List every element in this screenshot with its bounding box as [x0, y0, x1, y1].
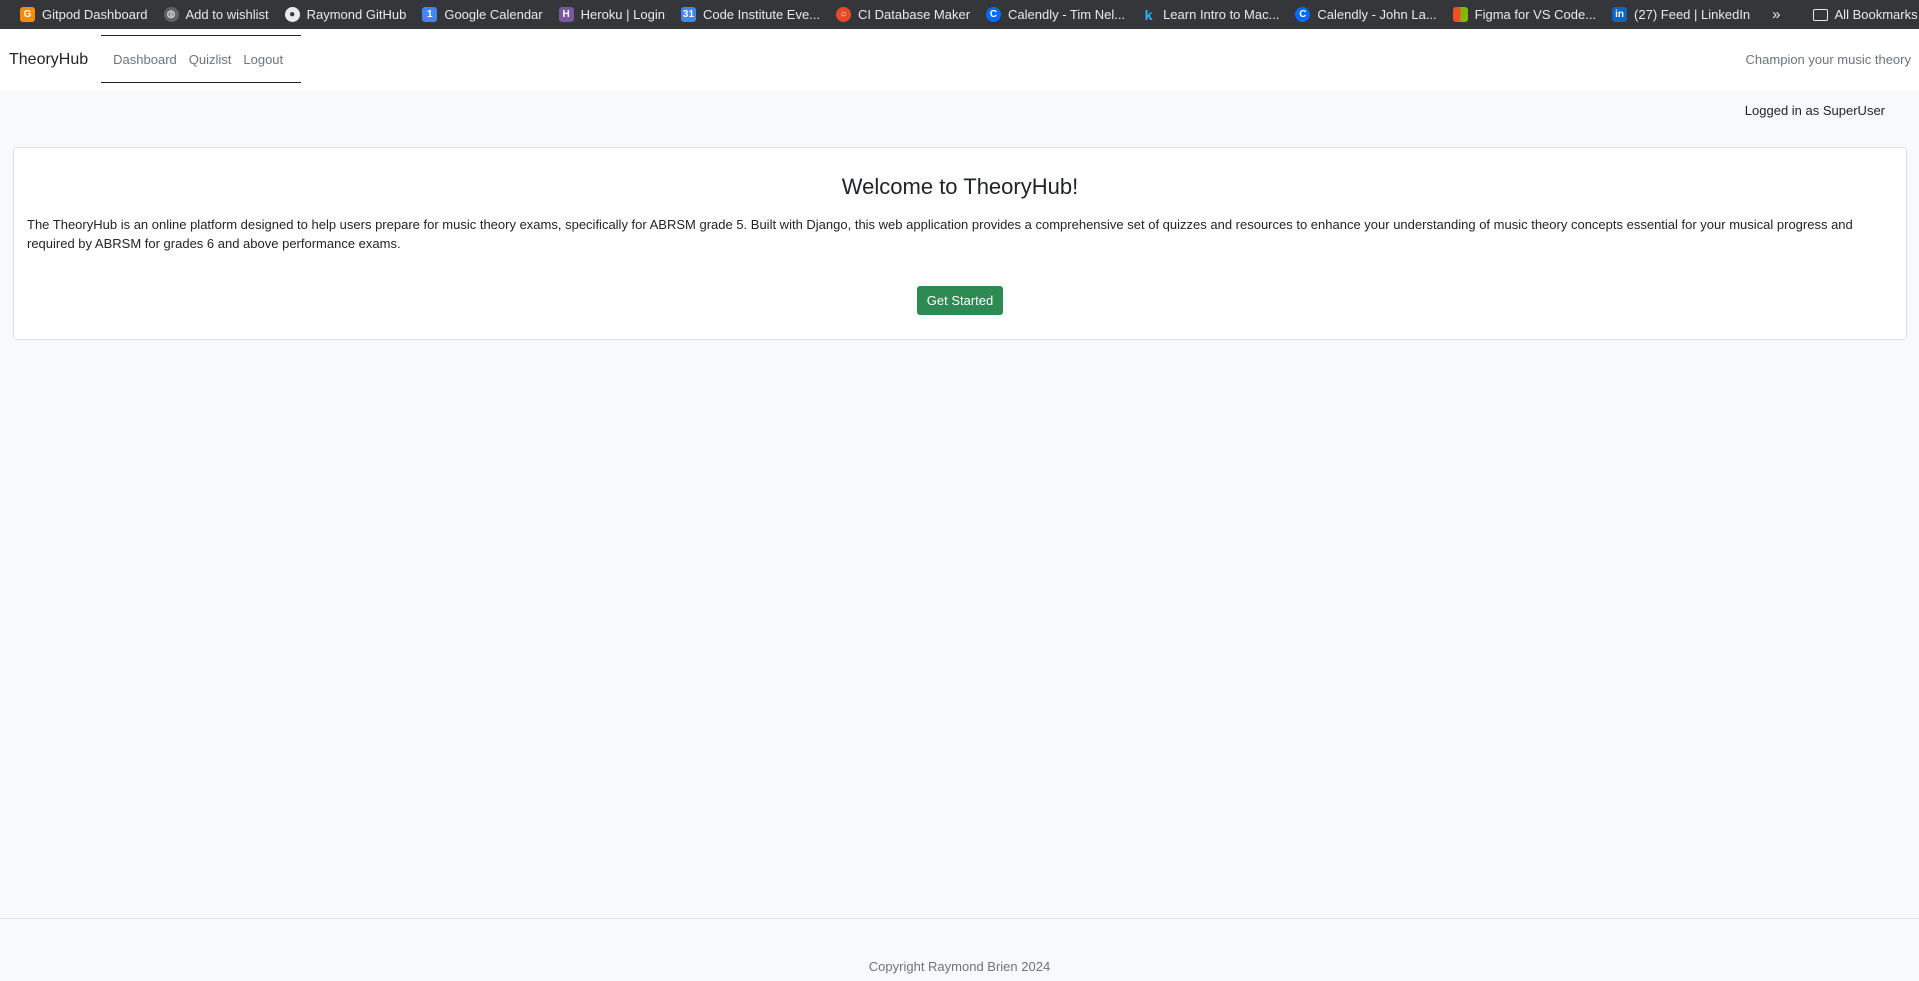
tagline: Champion your music theory — [1745, 52, 1911, 67]
bookmarks-bar: G Gitpod Dashboard ◍ Add to wishlist ● R… — [0, 0, 1919, 29]
bookmark-linkedin[interactable]: in (27) Feed | LinkedIn — [1604, 0, 1758, 29]
navbar: TheoryHub Dashboard Quizlist Logout Cham… — [0, 29, 1919, 90]
gitpod-icon: G — [20, 7, 35, 22]
bookmark-label: Raymond GitHub — [306, 7, 407, 22]
welcome-title: Welcome to TheoryHub! — [841, 174, 1079, 199]
button-wrapper: Get Started — [27, 286, 1893, 315]
bookmark-calendly-john[interactable]: C Calendly - John La... — [1287, 0, 1444, 29]
bookmark-label: Calendly - John La... — [1317, 7, 1437, 22]
all-bookmarks-label: All Bookmarks — [1834, 7, 1918, 22]
bookmark-kaggle[interactable]: k Learn Intro to Mac... — [1133, 0, 1287, 29]
globe-icon: ◍ — [163, 7, 179, 22]
bookmark-github[interactable]: ● Raymond GitHub — [277, 0, 415, 29]
bookmark-gitpod[interactable]: G Gitpod Dashboard — [12, 0, 156, 29]
logged-in-status: Logged in as SuperUser — [1744, 103, 1885, 118]
linkedin-icon: in — [1612, 7, 1628, 22]
calendar-icon: 31 — [680, 7, 696, 22]
bookmark-figma[interactable]: Figma for VS Code... — [1445, 0, 1604, 29]
microsoft-icon — [1452, 7, 1468, 22]
all-bookmarks-button[interactable]: All Bookmarks — [1805, 0, 1919, 29]
welcome-description: The TheoryHub is an online platform desi… — [27, 217, 1853, 251]
folder-icon — [1812, 8, 1828, 21]
get-started-button[interactable]: Get Started — [916, 286, 1004, 315]
bookmark-wishlist[interactable]: ◍ Add to wishlist — [156, 0, 277, 29]
nav-logout-link[interactable]: Logout — [237, 52, 289, 67]
calendar-icon: 1 — [422, 7, 438, 22]
github-icon: ● — [284, 7, 300, 22]
bookmark-label: Heroku | Login — [580, 7, 665, 22]
bookmark-heroku[interactable]: H Heroku | Login — [551, 0, 673, 29]
ci-icon: ○ — [836, 7, 852, 22]
brand-logo[interactable]: TheoryHub — [9, 51, 88, 69]
bookmark-calendly-tim[interactable]: C Calendly - Tim Nel... — [978, 0, 1133, 29]
bookmark-label: Code Institute Eve... — [702, 7, 821, 22]
bookmark-label: Learn Intro to Mac... — [1163, 7, 1280, 22]
bookmark-google-calendar[interactable]: 1 Google Calendar — [414, 0, 550, 29]
copyright-text: Copyright Raymond Brien 2024 — [868, 959, 1051, 974]
calendly-icon: C — [1295, 7, 1311, 22]
welcome-card: Welcome to TheoryHub! The TheoryHub is a… — [13, 147, 1907, 340]
nav-dashboard-link[interactable]: Dashboard — [113, 52, 183, 67]
bookmark-ci-database[interactable]: ○ CI Database Maker — [828, 0, 978, 29]
heroku-icon: H — [558, 7, 574, 22]
calendly-icon: C — [986, 7, 1002, 22]
kaggle-icon: k — [1144, 6, 1153, 23]
more-bookmarks-icon[interactable]: » — [1758, 6, 1794, 23]
bookmark-label: Figma for VS Code... — [1474, 7, 1597, 22]
bookmark-label: CI Database Maker — [858, 7, 971, 22]
footer: Copyright Raymond Brien 2024 — [0, 918, 1919, 981]
bookmark-label: Calendly - Tim Nel... — [1008, 7, 1126, 22]
nav-quizlist-link[interactable]: Quizlist — [183, 52, 238, 67]
bookmark-label: Gitpod Dashboard — [42, 7, 148, 22]
bookmark-label: Google Calendar — [444, 7, 543, 22]
bookmark-code-institute[interactable]: 31 Code Institute Eve... — [673, 0, 828, 29]
bookmark-label: (27) Feed | LinkedIn — [1634, 7, 1751, 22]
nav-links: Dashboard Quizlist Logout — [101, 35, 302, 83]
bookmark-label: Add to wishlist — [185, 7, 269, 22]
